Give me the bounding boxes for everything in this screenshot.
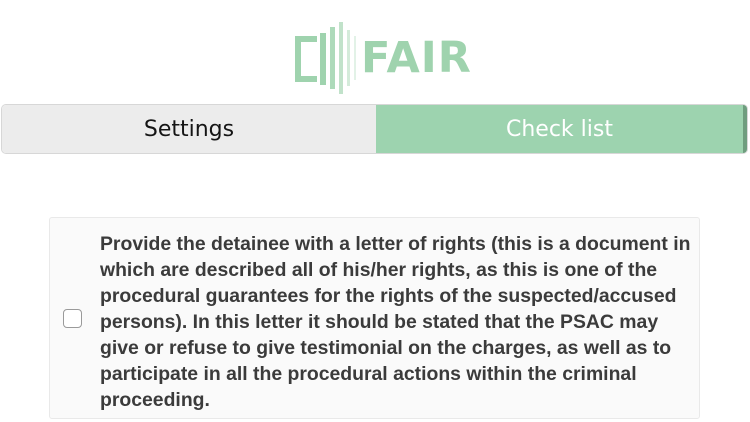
app-logo-text: FAIR	[361, 33, 472, 83]
tab-check-list[interactable]: Check list	[376, 105, 747, 153]
checklist-item-checkbox[interactable]	[63, 309, 82, 328]
checklist-item: Provide the detainee with a letter of ri…	[49, 217, 700, 419]
checklist-item-text: Provide the detainee with a letter of ri…	[100, 233, 691, 411]
tab-settings[interactable]: Settings	[2, 105, 376, 153]
app-logo: FAIR	[293, 22, 472, 94]
fair-logo-icon	[295, 22, 356, 94]
checklist-screen: FAIR Settings Check list Provide the det…	[0, 0, 750, 422]
segmented-tabs: Settings Check list	[1, 104, 748, 154]
